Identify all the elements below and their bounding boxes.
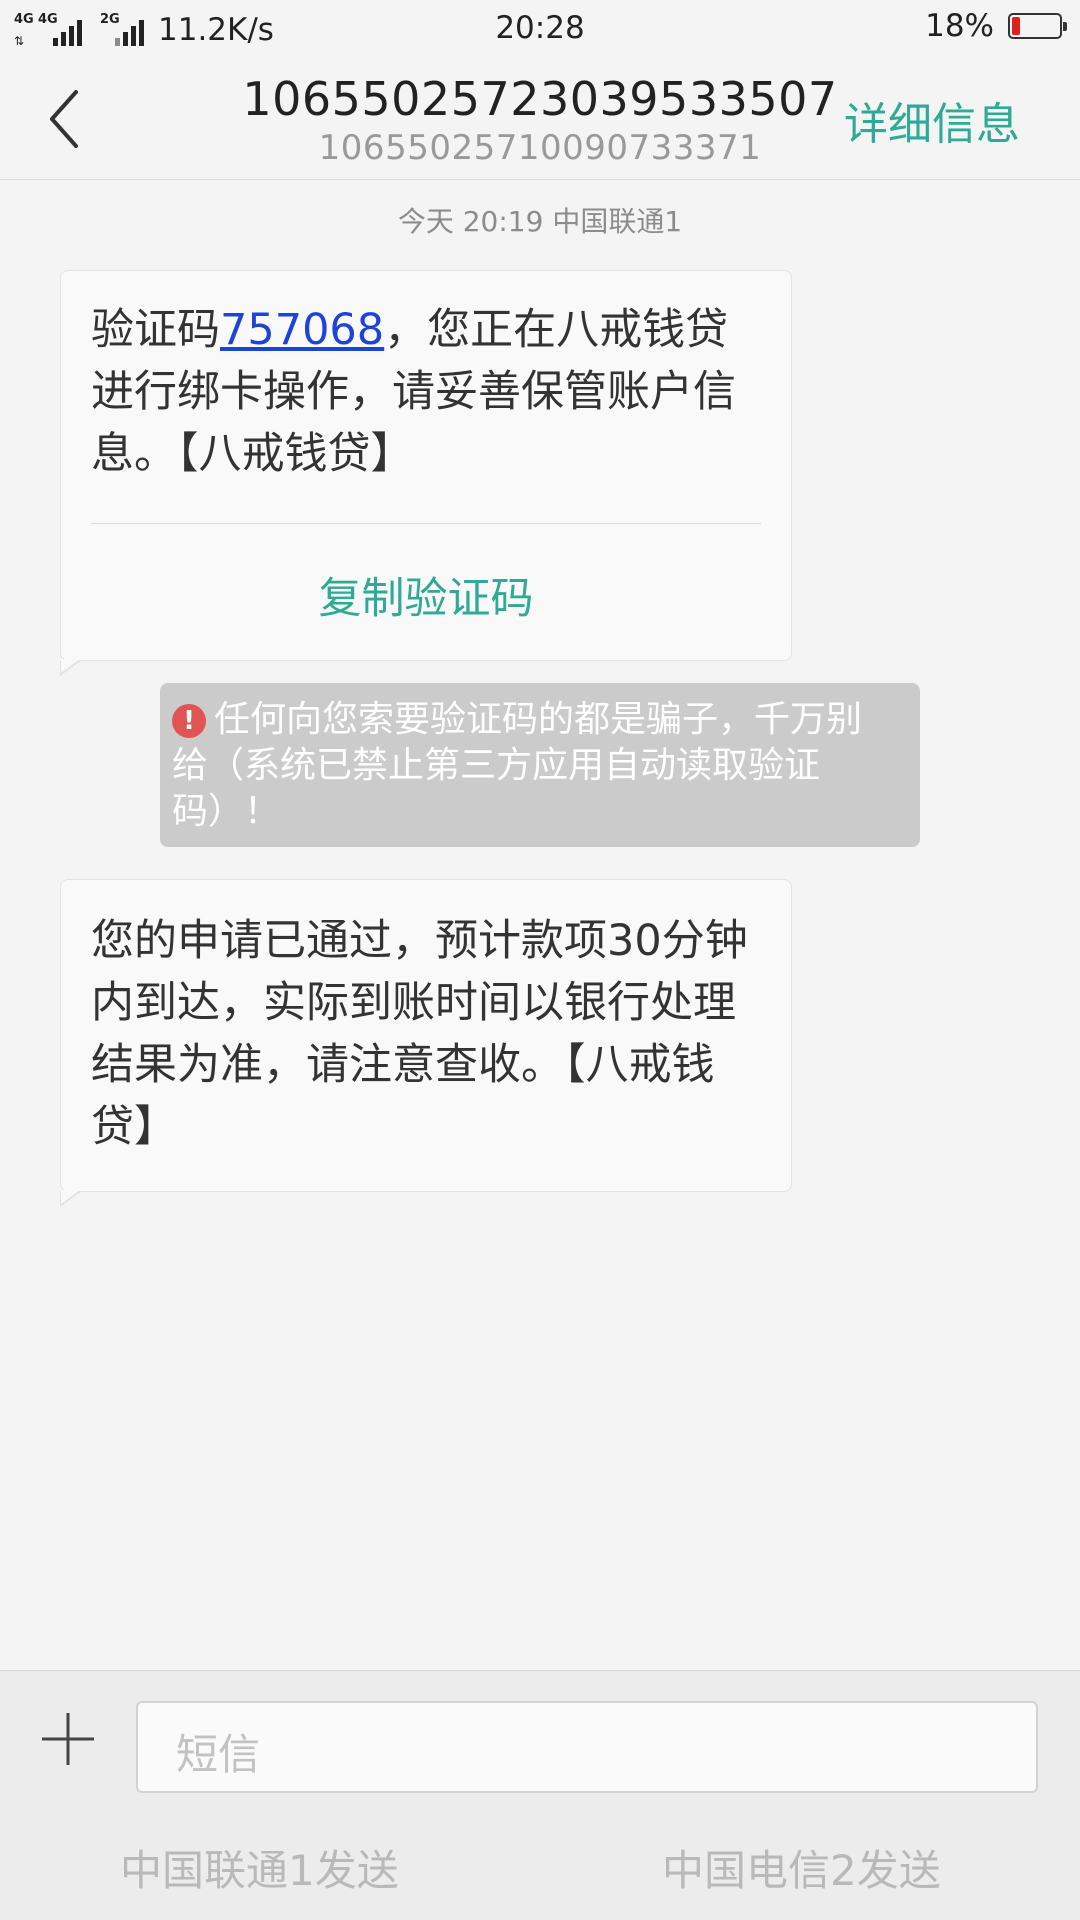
send-sim1-button[interactable]: 中国联通1发送: [120, 1837, 399, 1898]
message-bubble[interactable]: 验证码757068，您正在八戒钱贷进行绑卡操作，请妥善保管账户信息。【八戒钱贷】…: [60, 270, 792, 676]
bubble-tail: [60, 659, 82, 676]
battery-icon: [1008, 13, 1067, 39]
bubble-tail: [60, 1190, 82, 1207]
verification-code-link[interactable]: 757068: [220, 305, 384, 355]
plus-icon: [42, 1713, 94, 1765]
battery-fill: [1012, 17, 1020, 35]
status-bar: 4G 4G ⇅ 2G 11.2K/s 20:28 18%: [0, 0, 1080, 58]
message-input[interactable]: 短信: [136, 1701, 1038, 1793]
status-right: 18%: [925, 8, 1067, 44]
battery-tip: [1063, 22, 1067, 31]
message-bubble[interactable]: 您的申请已通过，预计款项30分钟内到达，实际到账时间以银行处理结果为准，请注意查…: [60, 879, 792, 1207]
alert-circle-icon: !: [172, 704, 206, 738]
battery-percent: 18%: [925, 8, 994, 44]
message-timestamp: 今天 20:19 中国联通1: [397, 205, 683, 238]
warning-text: 任何向您索要验证码的都是骗子，千万别给（系统已禁止第三方应用自动读取验证码）！: [172, 699, 863, 832]
send-sim2-button[interactable]: 中国电信2发送: [662, 1837, 941, 1898]
conversation-header: 10655025723039533507 1065502571009073337…: [0, 58, 1080, 180]
message-text: 您的申请已通过，预计款项30分钟内到达，实际到账时间以银行处理结果为准，请注意查…: [91, 916, 748, 1152]
copy-code-button[interactable]: 复制验证码: [61, 524, 791, 660]
attach-button[interactable]: [40, 1711, 96, 1767]
fraud-warning-notice: ! 任何向您索要验证码的都是骗子，千万别给（系统已禁止第三方应用自动读取验证码）！: [160, 683, 920, 847]
composer-bar: 短信 中国联通1发送 中国电信2发送: [0, 1670, 1080, 1920]
message-input-placeholder: 短信: [176, 1730, 261, 1779]
sms-conversation-screen: 4G 4G ⇅ 2G 11.2K/s 20:28 18% 10655025723…: [0, 0, 1080, 1920]
message-text: 验证码757068，您正在八戒钱贷进行绑卡操作，请妥善保管账户信息。【八戒钱贷】: [61, 271, 791, 485]
clock: 20:28: [495, 10, 585, 46]
details-button[interactable]: 详细信息: [844, 88, 1020, 152]
message-text-prefix: 验证码: [91, 305, 220, 355]
